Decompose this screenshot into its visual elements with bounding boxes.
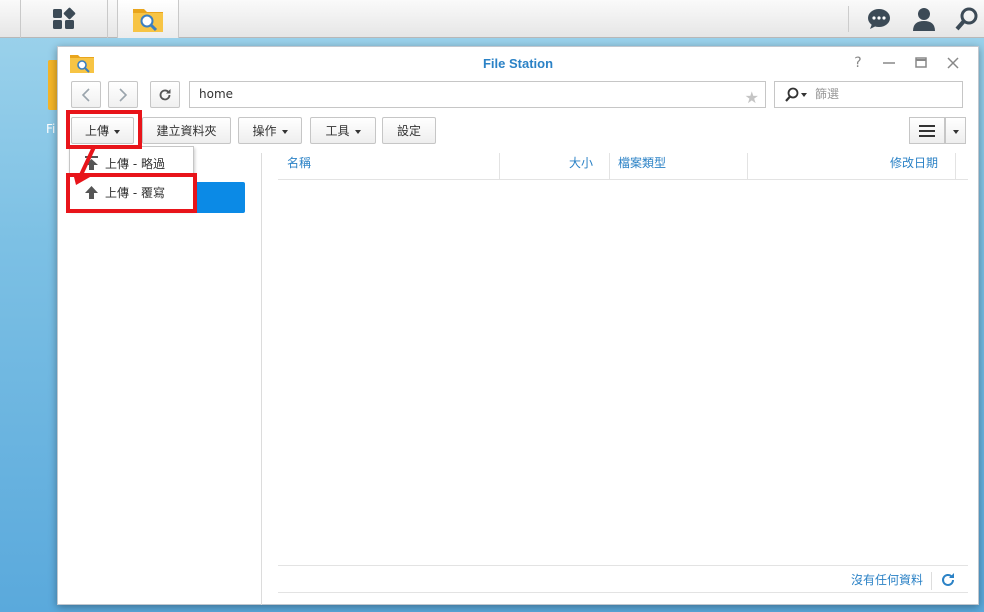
window-title: File Station bbox=[482, 56, 554, 71]
path-text: home bbox=[199, 87, 234, 101]
search-icon bbox=[785, 87, 807, 102]
empty-status: 沒有任何資料 bbox=[850, 573, 923, 587]
refresh-icon bbox=[159, 88, 171, 100]
user-icon[interactable] bbox=[911, 6, 937, 32]
column-modified[interactable]: 修改日期 bbox=[890, 153, 938, 180]
column-name[interactable]: 名稱 bbox=[287, 153, 311, 180]
list-view-icon bbox=[919, 124, 935, 137]
main-menu-button[interactable] bbox=[20, 0, 108, 38]
search-icon[interactable] bbox=[954, 6, 980, 32]
chevron-down-icon bbox=[354, 129, 361, 134]
path-input[interactable]: home ★ bbox=[189, 81, 766, 108]
view-mode-button[interactable] bbox=[909, 117, 945, 144]
column-size[interactable]: 大小 bbox=[569, 153, 593, 180]
file-list-footer: 沒有任何資料 bbox=[278, 565, 968, 593]
window-titlebar[interactable]: File Station ? bbox=[58, 47, 978, 79]
view-options-dropdown[interactable] bbox=[945, 117, 966, 144]
taskbar-separator bbox=[848, 6, 849, 32]
tools-button[interactable]: 工具 bbox=[310, 117, 376, 144]
settings-button[interactable]: 設定 bbox=[382, 117, 436, 144]
chevron-left-icon bbox=[81, 87, 90, 102]
annotation-arrow-icon bbox=[73, 146, 96, 185]
column-separator bbox=[609, 153, 610, 180]
refresh-button[interactable] bbox=[150, 81, 180, 108]
file-station-icon bbox=[133, 9, 163, 32]
chevron-down-icon bbox=[952, 129, 959, 134]
column-type[interactable]: 檔案類型 bbox=[618, 153, 666, 180]
maximize-icon[interactable] bbox=[912, 55, 930, 71]
settings-label: 設定 bbox=[396, 124, 421, 138]
filter-placeholder: 篩選 bbox=[815, 87, 840, 101]
new-folder-label: 建立資料夾 bbox=[156, 124, 217, 138]
forward-button[interactable] bbox=[108, 81, 138, 108]
back-button[interactable] bbox=[71, 81, 101, 108]
menu-item-label: 上傳 - 略過 bbox=[105, 156, 165, 171]
file-station-window: File Station ? home ★ 篩選 上傳 建立資料夾 操作 工具 … bbox=[57, 46, 979, 605]
minimize-icon[interactable] bbox=[880, 55, 898, 71]
taskbar-file-station-button[interactable] bbox=[117, 0, 179, 38]
chevron-down-icon bbox=[281, 129, 288, 134]
chevron-right-icon bbox=[119, 87, 128, 102]
filter-input[interactable]: 篩選 bbox=[774, 81, 963, 108]
action-button[interactable]: 操作 bbox=[238, 117, 302, 144]
taskbar bbox=[0, 0, 984, 38]
new-folder-button[interactable]: 建立資料夾 bbox=[142, 117, 231, 144]
chat-icon[interactable] bbox=[866, 6, 892, 32]
tools-label: 工具 bbox=[325, 124, 350, 138]
file-list-header: 名稱 大小 檔案類型 修改日期 bbox=[278, 153, 968, 180]
desktop-icon-label: Fi bbox=[46, 122, 56, 136]
action-label: 操作 bbox=[252, 124, 277, 138]
column-separator bbox=[955, 153, 956, 180]
help-icon[interactable]: ? bbox=[849, 55, 867, 71]
panel-divider[interactable] bbox=[261, 153, 262, 605]
apps-grid-icon bbox=[53, 7, 76, 29]
star-icon[interactable]: ★ bbox=[745, 85, 759, 110]
column-separator bbox=[499, 153, 500, 180]
footer-separator bbox=[931, 572, 932, 590]
refresh-icon[interactable] bbox=[940, 572, 956, 588]
close-icon[interactable] bbox=[944, 55, 962, 71]
column-separator bbox=[747, 153, 748, 180]
